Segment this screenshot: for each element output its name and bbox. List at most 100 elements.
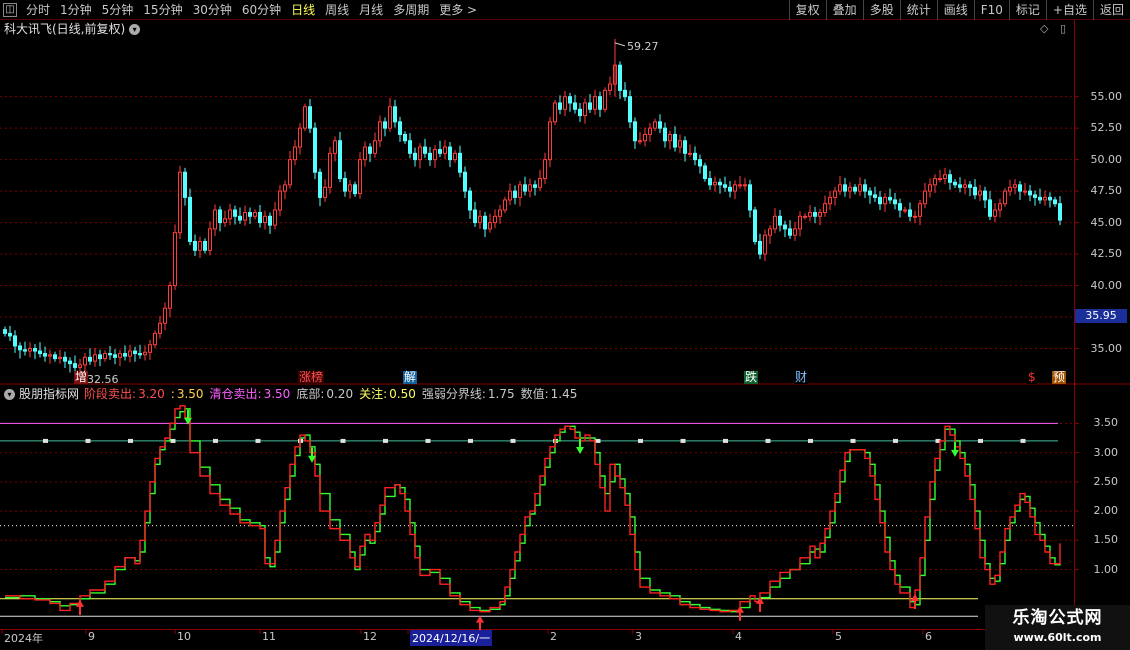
candle-body	[153, 332, 157, 346]
candle-body	[493, 215, 497, 224]
date-label: 4	[735, 630, 742, 643]
candle-body	[833, 190, 837, 198]
candle-body	[43, 353, 47, 357]
candle-body	[158, 322, 162, 334]
candle-body	[58, 356, 62, 360]
candle-body	[678, 140, 682, 148]
event-marker[interactable]: $	[1027, 371, 1037, 384]
sell-arrow-icon	[951, 441, 959, 457]
candle-body	[648, 127, 652, 135]
candle-body	[453, 152, 457, 161]
candle-body	[893, 199, 897, 205]
date-label: 12	[363, 630, 377, 643]
candle-body	[138, 353, 142, 356]
candle-body	[48, 354, 52, 357]
event-marker[interactable]: 跌	[744, 371, 759, 384]
candle-body	[903, 209, 907, 212]
candle-body	[38, 350, 42, 355]
candle-body	[338, 140, 342, 180]
price-tick-label: 42.50	[1090, 247, 1123, 261]
param-label: 数值:	[520, 387, 549, 401]
indicator-param: 清仓卖出: 3.50	[210, 387, 294, 401]
watermark-logo: 乐淘公式网 www.60lt.com	[985, 605, 1130, 650]
price-tick-label: 52.50	[1090, 121, 1123, 135]
candle-body	[188, 196, 192, 242]
param-label: 清仓卖出:	[209, 387, 262, 401]
indicator-param: 数值: 1.45	[521, 387, 581, 401]
candle-body	[898, 203, 902, 211]
indicator-tick-label: 3.50	[1093, 416, 1119, 430]
candle-body	[698, 159, 702, 167]
candle-body	[178, 171, 182, 234]
candle-body	[93, 354, 97, 362]
candle-body	[88, 356, 92, 362]
event-marker[interactable]: 解	[403, 371, 418, 384]
watermark-title: 乐淘公式网	[1012, 608, 1103, 628]
event-marker[interactable]: 增	[74, 371, 89, 384]
stage-sell-dot	[765, 438, 771, 443]
date-label: 2024年	[4, 632, 43, 645]
event-marker[interactable]: 预	[1052, 371, 1067, 384]
candle-body	[778, 215, 782, 226]
candle-body	[633, 121, 637, 142]
date-label: 5	[835, 630, 842, 643]
indicator-tick-label: 3.00	[1093, 445, 1119, 459]
candle-body	[963, 184, 967, 188]
candle-body	[953, 181, 957, 186]
candle-body	[143, 351, 147, 356]
candle-body	[373, 140, 377, 154]
candle-body	[673, 133, 677, 148]
param-label: 关注:	[359, 387, 388, 401]
candle-body	[518, 184, 522, 198]
candle-body	[423, 146, 427, 154]
candle-body	[858, 184, 862, 192]
candle-body	[118, 353, 122, 358]
stage-sell-dot	[510, 438, 516, 443]
candle-body	[583, 102, 587, 117]
candle-body	[8, 332, 12, 337]
candle-body	[723, 184, 727, 188]
candle-body	[618, 64, 622, 91]
candle-body	[973, 186, 977, 196]
candle-body	[358, 159, 362, 195]
indicator-green-line	[5, 408, 1061, 613]
candle-body	[33, 348, 37, 352]
candle-body	[413, 152, 417, 161]
chevron-down-icon[interactable]: ▾	[4, 388, 15, 400]
candle-body	[763, 234, 767, 255]
price-tick-label: 45.00	[1090, 215, 1123, 229]
candle-body	[588, 102, 592, 110]
candle-body	[148, 344, 152, 353]
indicator-red-line	[5, 405, 1061, 613]
candle-body	[433, 149, 437, 161]
high-marker-label: 59.27	[627, 40, 659, 53]
candle-body	[68, 360, 72, 365]
candle-body	[838, 184, 842, 192]
candle-body	[768, 228, 772, 236]
current-price-tag: 35.95	[1075, 309, 1127, 323]
candle-body	[233, 209, 237, 217]
candle-body	[378, 121, 382, 142]
candle-body	[318, 171, 322, 198]
candle-body	[28, 348, 32, 352]
candle-body	[758, 240, 762, 255]
candle-body	[403, 133, 407, 142]
candle-body	[408, 140, 412, 154]
candle-body	[23, 349, 27, 352]
candle-body	[298, 127, 302, 148]
candle-body	[638, 140, 642, 143]
candle-body	[313, 127, 317, 173]
candle-body	[78, 364, 82, 368]
candle-body	[813, 212, 817, 217]
price-tick-label: 40.00	[1090, 278, 1123, 292]
candle-body	[578, 108, 582, 117]
event-marker[interactable]: 涨榜	[298, 371, 325, 384]
stage-sell-dot	[340, 438, 346, 443]
indicator-tick-label: 1.50	[1093, 533, 1119, 547]
param-value: 3.50	[263, 387, 291, 401]
candle-body	[983, 190, 987, 201]
candle-body	[653, 121, 657, 129]
event-marker[interactable]: 财	[794, 371, 809, 384]
candle-body	[133, 350, 137, 355]
candle-body	[508, 190, 512, 201]
